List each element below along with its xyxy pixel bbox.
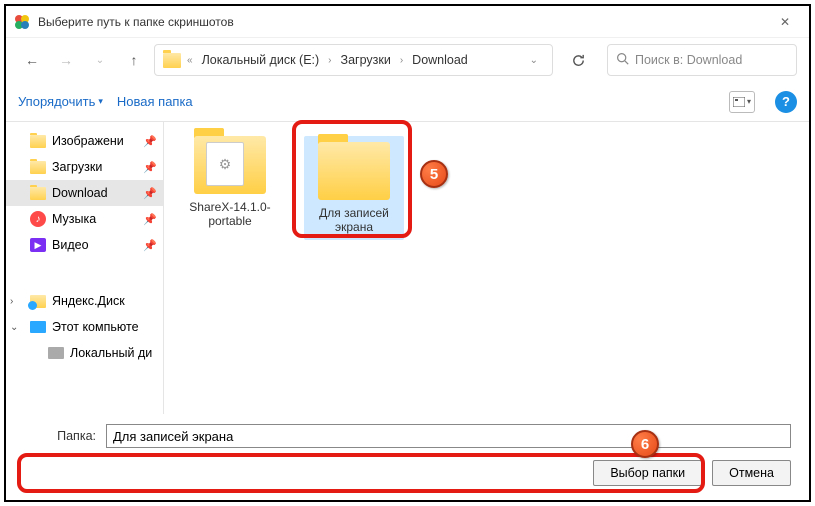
pin-icon: 📌 (143, 135, 157, 148)
folder-name-input[interactable] (106, 424, 791, 448)
chevron-right-icon: › (328, 55, 331, 66)
pin-icon: 📌 (143, 187, 157, 200)
sidebar-item-images[interactable]: Изображени📌 (6, 128, 163, 154)
sidebar-item-video[interactable]: ▶ Видео📌 (6, 232, 163, 258)
close-icon[interactable]: ✕ (769, 15, 801, 29)
recent-dropdown[interactable]: ⌄ (86, 46, 114, 74)
pin-icon: 📌 (143, 239, 157, 252)
sidebar-item-label: Яндекс.Диск (52, 294, 157, 308)
sidebar-item-label: Локальный ди (70, 346, 157, 360)
breadcrumb[interactable]: Download (409, 51, 471, 69)
folder-icon (30, 187, 46, 200)
folder-icon (318, 142, 390, 200)
sidebar-item-label: Загрузки (52, 160, 157, 174)
folder-label: Папка: (24, 429, 96, 443)
select-folder-button[interactable]: Выбор папки (593, 460, 702, 486)
file-list[interactable]: ⚙ ShareX-14.1.0-portable Для записей экр… (164, 122, 809, 414)
disk-icon (48, 347, 64, 359)
sidebar-item-label: Музыка (52, 212, 157, 226)
search-icon (616, 52, 629, 68)
sidebar-item-local-disk[interactable]: Локальный ди (6, 340, 163, 366)
pin-icon: 📌 (143, 161, 157, 174)
sidebar-item-this-pc[interactable]: ⌄ Этот компьюте (6, 314, 163, 340)
sidebar-item-label: Этот компьюте (52, 320, 157, 334)
chevron-down-icon: ▾ (98, 96, 103, 107)
search-placeholder: Поиск в: Download (635, 53, 742, 67)
chevron-down-icon[interactable]: ⌄ (10, 322, 18, 333)
annotation-badge: 5 (420, 160, 448, 188)
address-dropdown[interactable]: ⌄ (524, 55, 544, 66)
organize-label: Упорядочить (18, 94, 95, 109)
organize-button[interactable]: Упорядочить ▾ (18, 94, 103, 109)
cancel-button[interactable]: Отмена (712, 460, 791, 486)
yandex-disk-icon (30, 295, 46, 308)
back-button[interactable]: ← (18, 46, 46, 74)
sidebar: Изображени📌 Загрузки📌 Download📌 ♪Музыка📌… (6, 122, 164, 414)
breadcrumb[interactable]: Загрузки (338, 51, 394, 69)
sidebar-item-music[interactable]: ♪ Музыка📌 (6, 206, 163, 232)
up-button[interactable]: ↑ (120, 46, 148, 74)
help-button[interactable]: ? (775, 91, 797, 113)
window-title: Выберите путь к папке скриншотов (38, 15, 769, 29)
address-bar[interactable]: « Локальный диск (E:) › Загрузки › Downl… (154, 44, 553, 76)
file-name-label: ShareX-14.1.0-portable (180, 200, 280, 228)
sidebar-item-downloads[interactable]: Загрузки📌 (6, 154, 163, 180)
sidebar-item-yandex-disk[interactable]: › Яндекс.Диск (6, 288, 163, 314)
music-icon: ♪ (30, 211, 46, 227)
folder-icon (30, 161, 46, 174)
view-mode-button[interactable]: ▾ (729, 91, 755, 113)
folder-item-screen-records[interactable]: Для записей экрана (304, 136, 404, 240)
sidebar-item-label: Download (52, 186, 157, 200)
forward-button[interactable]: → (52, 46, 80, 74)
chevron-right-icon[interactable]: › (10, 296, 13, 307)
search-input[interactable]: Поиск в: Download (607, 44, 797, 76)
folder-item-sharex[interactable]: ⚙ ShareX-14.1.0-portable (180, 136, 280, 228)
file-name-label: Для записей экрана (308, 206, 400, 234)
chevron-right-icon: › (400, 55, 403, 66)
new-folder-button[interactable]: Новая папка (117, 94, 193, 109)
sidebar-item-label: Видео (52, 238, 157, 252)
pin-icon: 📌 (143, 213, 157, 226)
app-logo-icon (14, 14, 30, 30)
sidebar-item-download[interactable]: Download📌 (6, 180, 163, 206)
folder-icon (30, 135, 46, 148)
sidebar-item-label: Изображени (52, 134, 157, 148)
refresh-button[interactable] (563, 45, 593, 75)
folder-icon: ⚙ (194, 136, 266, 194)
breadcrumb[interactable]: Локальный диск (E:) (199, 51, 323, 69)
chevron-left-icon: « (187, 55, 193, 66)
pc-icon (30, 321, 46, 333)
folder-icon (163, 53, 181, 68)
video-icon: ▶ (30, 238, 46, 252)
